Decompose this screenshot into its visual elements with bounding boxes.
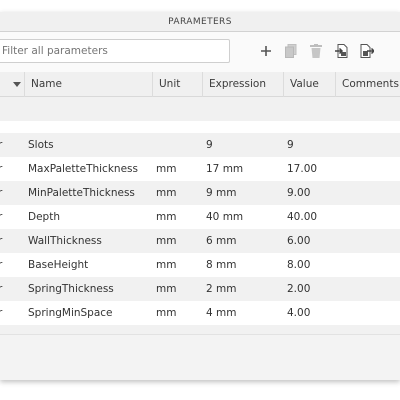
table-empty-row — [0, 325, 400, 334]
table-group-row — [0, 97, 400, 121]
dialog-title-bar[interactable]: PARAMETERS — [0, 12, 400, 32]
sort-arrow-icon — [13, 82, 21, 87]
row-unit: mm — [156, 259, 177, 271]
column-header-comments[interactable]: Comments — [335, 72, 400, 97]
column-header-value[interactable]: Value — [283, 72, 335, 97]
row-type: r — [0, 211, 3, 223]
table-row[interactable]: r SpringMinSpace mm 4 mm 4.00 — [0, 301, 400, 325]
row-unit: mm — [156, 283, 177, 295]
parameters-table: Name Unit Expression Value Comments r Sl… — [0, 72, 400, 334]
column-header-expression[interactable]: Expression — [202, 72, 283, 97]
import-icon[interactable] — [333, 42, 351, 60]
row-expression[interactable]: 17 mm — [206, 157, 243, 181]
toolbar — [0, 32, 400, 72]
row-expression[interactable]: 6 mm — [206, 229, 236, 253]
row-value: 4.00 — [287, 307, 311, 319]
table-row[interactable]: r SpringThickness mm 2 mm 2.00 — [0, 277, 400, 301]
row-name: WallThickness — [28, 235, 102, 247]
row-expression[interactable]: 4 mm — [206, 301, 236, 325]
parameters-dialog: PARAMETERS Name Unit Expression Value — [0, 12, 400, 380]
row-value: 8.00 — [287, 259, 311, 271]
delete-icon[interactable] — [307, 42, 325, 60]
column-header-unit[interactable]: Unit — [152, 72, 202, 97]
row-unit: mm — [156, 187, 177, 199]
row-expression[interactable]: 40 mm — [206, 205, 243, 229]
row-name: SpringThickness — [28, 283, 114, 295]
row-expression[interactable]: 2 mm — [206, 277, 236, 301]
table-row[interactable]: r MaxPaletteThickness mm 17 mm 17.00 — [0, 157, 400, 181]
sort-column-header[interactable] — [0, 72, 24, 97]
row-unit: mm — [156, 163, 177, 175]
row-expression[interactable]: 8 mm — [206, 253, 236, 277]
row-unit: mm — [156, 307, 177, 319]
export-icon[interactable] — [358, 42, 376, 60]
row-name: Depth — [28, 211, 60, 223]
row-type: r — [0, 283, 3, 295]
copy-icon[interactable] — [282, 42, 300, 60]
row-name: MinPaletteThickness — [28, 187, 135, 199]
row-type: r — [0, 259, 3, 271]
row-name: Slots — [28, 139, 54, 151]
table-row[interactable]: r WallThickness mm 6 mm 6.00 — [0, 229, 400, 253]
row-type: r — [0, 163, 3, 175]
row-type: r — [0, 235, 3, 247]
filter-input[interactable] — [0, 39, 230, 63]
table-header: Name Unit Expression Value Comments — [0, 72, 400, 97]
row-unit: mm — [156, 211, 177, 223]
dialog-footer — [0, 334, 400, 380]
table-row[interactable]: r Slots 9 9 — [0, 133, 400, 157]
table-row[interactable]: r MinPaletteThickness mm 9 mm 9.00 — [0, 181, 400, 205]
table-row[interactable]: r BaseHeight mm 8 mm 8.00 — [0, 253, 400, 277]
table-row[interactable]: r Depth mm 40 mm 40.00 — [0, 205, 400, 229]
row-expression[interactable]: 9 — [206, 133, 213, 157]
row-value: 2.00 — [287, 283, 311, 295]
row-name: SpringMinSpace — [28, 307, 113, 319]
row-name: MaxPaletteThickness — [28, 163, 138, 175]
row-value: 17.00 — [287, 163, 318, 175]
row-unit: mm — [156, 235, 177, 247]
row-type: r — [0, 187, 3, 199]
row-value: 9.00 — [287, 187, 311, 199]
dialog-title: PARAMETERS — [168, 16, 232, 27]
row-value: 9 — [287, 139, 294, 151]
row-expression[interactable]: 9 mm — [206, 181, 236, 205]
row-value: 40.00 — [287, 211, 318, 223]
row-type: r — [0, 307, 3, 319]
add-icon[interactable] — [257, 42, 275, 60]
row-name: BaseHeight — [28, 259, 89, 271]
row-value: 6.00 — [287, 235, 311, 247]
column-header-name[interactable]: Name — [24, 72, 152, 97]
row-type: r — [0, 139, 3, 151]
